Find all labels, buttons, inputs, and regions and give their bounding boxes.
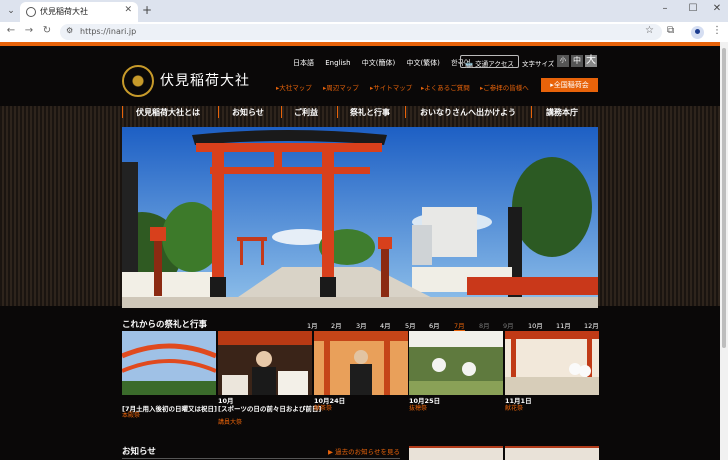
shrine-crest-logo[interactable]	[122, 65, 154, 97]
site-info-icon[interactable]: ⚙	[66, 26, 73, 35]
event-name[interactable]: 献茶祭	[314, 403, 332, 412]
new-tab-button[interactable]: +	[142, 3, 152, 17]
nav-kou-honcho[interactable]: 講務本庁	[546, 104, 578, 120]
font-large-button[interactable]: 大	[585, 55, 597, 67]
month-dec[interactable]: 12月	[584, 320, 599, 330]
event-name[interactable]: 講員大祭	[218, 417, 242, 426]
maximize-icon[interactable]: ☐	[686, 3, 700, 14]
url-text[interactable]: https://inari.jp	[80, 27, 136, 36]
event-card-kouin-photo[interactable]	[218, 331, 312, 395]
lang-zh-cn[interactable]: 中文(簡体)	[362, 59, 395, 67]
schedule-title: これからの祭礼と行事	[122, 320, 208, 330]
month-aug[interactable]: 8月	[479, 320, 490, 330]
event-date-detail[interactable]: [スポーツの日の前々日および前日]	[218, 403, 321, 413]
bus-icon: 🚌	[465, 60, 474, 68]
nav-news[interactable]: お知らせ	[232, 104, 264, 120]
address-bar[interactable]: ⚙ https://inari.jp ☆	[60, 24, 662, 40]
site-logo-text[interactable]: 伏見稲荷大社	[160, 70, 250, 90]
hero-torii-photo	[122, 127, 598, 308]
news-title: お知らせ	[122, 447, 156, 457]
minimize-icon[interactable]: –	[658, 3, 672, 14]
reload-icon[interactable]: ↻	[40, 25, 54, 36]
month-sep[interactable]: 9月	[503, 320, 514, 330]
news-banner[interactable]	[505, 446, 599, 460]
month-feb[interactable]: 2月	[331, 320, 342, 330]
quick-link-visitors[interactable]: ▸ご参拝の皆様へ	[480, 82, 529, 92]
quick-link-faq[interactable]: ▸よくあるご質問	[421, 82, 470, 92]
tab-search-icon[interactable]: ⌄	[4, 4, 18, 18]
access-label: 交通アクセス	[475, 60, 514, 68]
month-oct[interactable]: 10月	[528, 320, 543, 330]
quick-link-shrine-map[interactable]: ▸大社マップ	[276, 82, 312, 92]
accent-bar	[0, 42, 720, 46]
zenkoku-inari-button[interactable]: ▸全国稲荷会	[541, 78, 598, 92]
lang-zh-tw[interactable]: 中文(繁体)	[406, 59, 439, 67]
font-small-button[interactable]: 小	[557, 55, 569, 67]
month-may[interactable]: 5月	[405, 320, 416, 330]
language-switcher: 日本語 English 中文(簡体) 中文(繁体) 한국어	[293, 58, 479, 68]
month-jul[interactable]: 7月	[454, 320, 465, 331]
close-tab-icon[interactable]: ✕	[124, 5, 132, 15]
font-size-label: 文字サイズ	[522, 60, 555, 68]
event-card-honden-photo[interactable]	[122, 331, 216, 395]
forward-icon[interactable]: →	[22, 25, 36, 36]
scrollbar-thumb[interactable]	[722, 48, 726, 348]
event-card-kencha-photo[interactable]	[314, 331, 408, 395]
nav-benefits[interactable]: ご利益	[294, 104, 318, 120]
tab-title: 伏見稲荷大社	[40, 7, 88, 16]
event-name[interactable]: 献花祭	[505, 403, 523, 412]
close-window-icon[interactable]: ✕	[710, 3, 724, 14]
browser-toolbar: ← → ↻ ⚙ https://inari.jp ☆ ⧉ ⋮	[0, 22, 728, 42]
font-medium-button[interactable]: 中	[571, 55, 583, 67]
browser-tab[interactable]: 伏見稲荷大社 ✕	[20, 2, 138, 22]
access-button[interactable]: 🚌 交通アクセス	[460, 55, 519, 68]
tab-strip: ⌄ 伏見稲荷大社 ✕ + – ☐ ✕	[0, 0, 728, 22]
news-banner[interactable]	[409, 446, 503, 460]
past-news-link[interactable]: ▶ 過去のお知らせを見る	[328, 446, 400, 456]
menu-icon[interactable]: ⋮	[712, 25, 722, 36]
bookmark-star-icon[interactable]: ☆	[645, 25, 654, 36]
nav-about[interactable]: 伏見稲荷大社とは	[136, 104, 200, 120]
event-card-kenka-photo[interactable]	[505, 331, 599, 395]
month-mar[interactable]: 3月	[356, 320, 367, 330]
quick-link-area-map[interactable]: ▸周辺マップ	[323, 82, 359, 92]
lang-en[interactable]: English	[325, 59, 350, 67]
nav-festivals[interactable]: 祭礼と行事	[350, 104, 390, 120]
divider	[122, 458, 400, 459]
lang-ja[interactable]: 日本語	[293, 59, 314, 67]
event-name[interactable]: 抜穂祭	[409, 403, 427, 412]
nav-outing[interactable]: おいなりさんへ出かけよう	[420, 104, 516, 120]
event-card-nukiho-photo[interactable]	[409, 331, 503, 395]
globe-icon	[26, 7, 36, 17]
extensions-icon[interactable]: ⧉	[667, 25, 674, 36]
quick-link-sitemap[interactable]: ▸サイトマップ	[370, 82, 412, 92]
month-jun[interactable]: 6月	[429, 320, 440, 330]
month-nov[interactable]: 11月	[556, 320, 571, 330]
page-viewport: 日本語 English 中文(簡体) 中文(繁体) 한국어 🚌 交通アクセス 文…	[0, 42, 720, 460]
event-name[interactable]: 本殿祭	[122, 410, 140, 419]
profile-avatar[interactable]	[691, 26, 704, 39]
back-icon[interactable]: ←	[4, 25, 18, 36]
month-jan[interactable]: 1月	[307, 320, 318, 330]
month-apr[interactable]: 4月	[380, 320, 391, 330]
main-navigation: 伏見稲荷大社とは お知らせ ご利益 祭礼と行事 おいなりさんへ出かけよう 講務本…	[122, 104, 598, 120]
